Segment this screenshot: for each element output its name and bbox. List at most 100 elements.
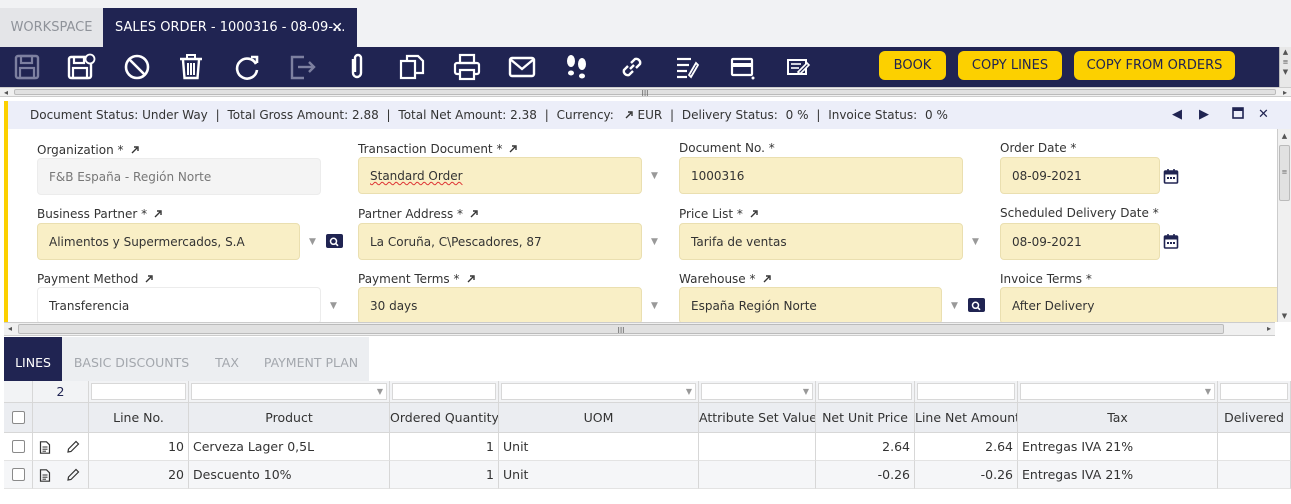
notes-icon[interactable] [781, 51, 813, 83]
row-checkbox[interactable] [12, 440, 25, 453]
filter-product[interactable]: ▼ [189, 381, 390, 403]
chevron-down-icon[interactable]: ▼ [651, 171, 661, 181]
scroll-up-icon[interactable]: ▲ [1278, 129, 1291, 143]
filter-net-price[interactable] [816, 381, 915, 403]
audit-trail-icon[interactable] [561, 51, 593, 83]
scroll-right-icon[interactable]: ▸ [1263, 323, 1275, 335]
copy-record-icon[interactable] [396, 51, 428, 83]
scroll-left-icon[interactable]: ◂ [4, 323, 16, 335]
separator: | [816, 108, 821, 122]
filter-line-amount[interactable] [915, 381, 1018, 403]
tab-lines[interactable]: LINES [4, 337, 62, 381]
partner-address-select[interactable]: La Coruña, C\Pescadores, 87 [358, 223, 642, 260]
save-icon[interactable] [11, 51, 43, 83]
refresh-icon[interactable] [231, 51, 263, 83]
tab-payment-plan[interactable]: PAYMENT PLAN [253, 337, 369, 381]
search-icon[interactable] [968, 298, 985, 312]
price-list-select[interactable]: Tarifa de ventas [679, 223, 963, 260]
chevron-down-icon[interactable]: ▼ [651, 301, 661, 311]
copy-from-orders-button[interactable]: COPY FROM ORDERS [1074, 51, 1235, 80]
tab-basic-discounts[interactable]: BASIC DISCOUNTS [62, 337, 201, 381]
chevron-down-icon[interactable]: ▼ [651, 237, 661, 247]
col-uom[interactable]: UOM [499, 403, 699, 433]
close-tab-icon[interactable]: ✕ [331, 8, 343, 48]
select-all-checkbox[interactable] [12, 411, 25, 424]
pencil-icon[interactable] [66, 468, 80, 482]
link-arrow-icon[interactable] [762, 274, 772, 284]
scroll-right-icon[interactable]: ▸ [1279, 88, 1291, 97]
tab-workspace[interactable]: WORKSPACE [0, 8, 103, 47]
filter-attribute[interactable]: ▼ [699, 381, 816, 403]
link-arrow-icon[interactable] [749, 209, 759, 219]
scroll-thumb[interactable]: III [18, 324, 1224, 335]
form-vscrollbar[interactable]: ▲ ≡ ▼ [1277, 129, 1291, 322]
link-arrow-icon[interactable] [144, 274, 154, 284]
pencil-icon[interactable] [66, 440, 80, 454]
business-partner-field[interactable]: Alimentos y Supermercados, S.A [37, 223, 300, 260]
document-icon[interactable] [39, 469, 51, 482]
col-product[interactable]: Product [189, 403, 390, 433]
export-icon[interactable] [286, 51, 318, 83]
next-record-icon[interactable]: ▶ [1199, 101, 1209, 129]
chevron-down-icon[interactable]: ▼ [972, 237, 982, 247]
filter-line-no[interactable] [89, 381, 189, 403]
tab-tax[interactable]: TAX [201, 337, 253, 381]
organization-field[interactable]: F&B España - Región Norte [37, 158, 321, 195]
toolbar-hscrollbar[interactable]: ◂ III ▸ [0, 87, 1291, 98]
scroll-thumb[interactable]: ≡ [1279, 145, 1290, 201]
form-hscrollbar[interactable]: ◂ III ▸ [4, 322, 1275, 336]
col-tax[interactable]: Tax [1018, 403, 1218, 433]
scroll-down-icon[interactable]: ▼ [1278, 310, 1291, 322]
payment-terms-select[interactable]: 30 days [358, 287, 642, 322]
col-attribute-set[interactable]: Attribute Set Value [699, 403, 816, 433]
transaction-document-select[interactable]: Standard Order [358, 157, 642, 194]
link-icon[interactable] [616, 51, 648, 83]
close-form-icon[interactable]: ✕ [1258, 101, 1269, 129]
process-icon[interactable] [671, 51, 703, 83]
print-icon[interactable] [451, 51, 483, 83]
tab-sales-order[interactable]: SALES ORDER - 1000316 - 08-09-... ✕ [103, 8, 357, 47]
copy-lines-button[interactable]: COPY LINES [958, 51, 1062, 80]
toolbar-scrollbar[interactable]: ▲ ≡ ▼ [1279, 47, 1291, 87]
link-arrow-icon[interactable] [624, 110, 634, 120]
invoice-terms-select[interactable]: After Delivery [1000, 287, 1277, 322]
filter-qty[interactable] [390, 381, 499, 403]
scroll-left-icon[interactable]: ◂ [0, 88, 12, 97]
calendar-icon[interactable] [1163, 168, 1179, 184]
col-net-unit-price[interactable]: Net Unit Price [816, 403, 915, 433]
document-icon[interactable] [39, 441, 51, 454]
email-icon[interactable] [506, 51, 538, 83]
chevron-down-icon[interactable]: ▼ [951, 301, 961, 311]
document-no-field[interactable]: 1000316 [679, 157, 963, 194]
col-delivered[interactable]: Delivered [1218, 403, 1291, 433]
cancel-icon[interactable] [121, 51, 153, 83]
chevron-down-icon[interactable]: ▼ [309, 237, 319, 247]
col-ordered-qty[interactable]: Ordered Quantity [390, 403, 499, 433]
link-arrow-icon[interactable] [153, 209, 163, 219]
form-view-icon[interactable] [726, 51, 758, 83]
maximize-icon[interactable] [1232, 101, 1244, 129]
order-date-field[interactable]: 08-09-2021 [1000, 157, 1160, 194]
filter-delivered[interactable] [1218, 381, 1291, 403]
scroll-thumb[interactable]: III [14, 89, 1276, 98]
link-arrow-icon[interactable] [469, 209, 479, 219]
delete-icon[interactable] [175, 51, 207, 83]
payment-method-select[interactable]: Transferencia [37, 287, 321, 322]
link-arrow-icon[interactable] [466, 274, 476, 284]
link-arrow-icon[interactable] [130, 145, 140, 155]
filter-tax[interactable]: ▼ [1018, 381, 1218, 403]
col-line-no[interactable]: Line No. [89, 403, 189, 433]
scheduled-delivery-field[interactable]: 08-09-2021 [1000, 223, 1160, 260]
chevron-down-icon[interactable]: ▼ [330, 301, 340, 311]
warehouse-field[interactable]: España Región Norte [679, 287, 942, 322]
calendar-icon[interactable] [1163, 233, 1179, 249]
save-close-icon[interactable] [65, 51, 97, 83]
link-arrow-icon[interactable] [508, 144, 518, 154]
previous-record-icon[interactable]: ◀ [1172, 101, 1182, 129]
search-icon[interactable] [326, 234, 343, 248]
col-line-net-amount[interactable]: Line Net Amount [915, 403, 1018, 433]
book-button[interactable]: BOOK [879, 51, 946, 80]
row-checkbox[interactable] [12, 468, 25, 481]
filter-uom[interactable]: ▼ [499, 381, 699, 403]
attachment-icon[interactable] [341, 51, 373, 83]
